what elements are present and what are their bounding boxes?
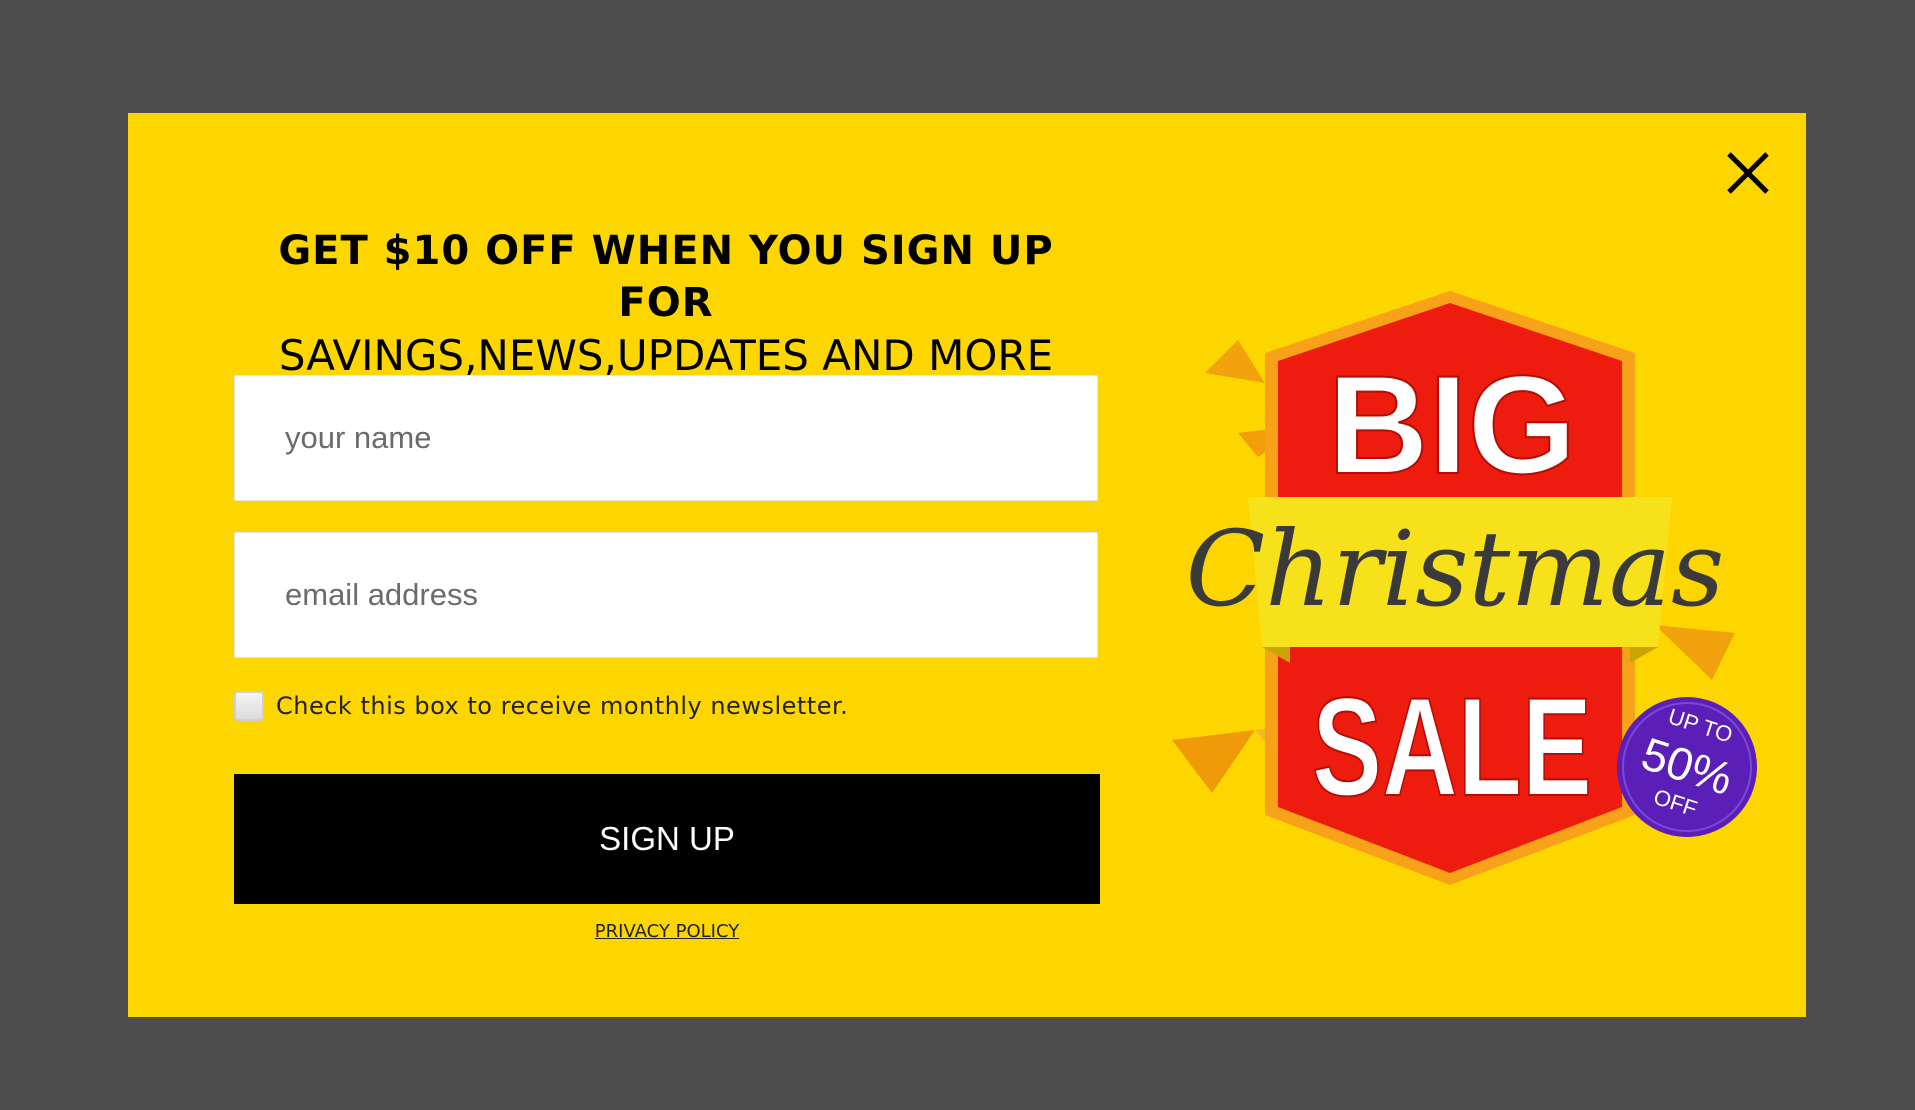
privacy-policy-link[interactable]: PRIVACY POLICY	[595, 921, 739, 942]
email-input[interactable]	[234, 532, 1098, 658]
newsletter-checkbox[interactable]	[234, 691, 264, 721]
privacy-policy-row: PRIVACY POLICY	[234, 921, 1100, 942]
sign-up-button[interactable]: SIGN UP	[234, 774, 1100, 904]
triangle-decoration	[1655, 625, 1735, 680]
newsletter-label: Check this box to receive monthly newsle…	[276, 692, 849, 720]
name-input[interactable]	[234, 375, 1098, 501]
headline-bold: GET $10 OFF WHEN YOU SIGN UP FOR	[278, 228, 1054, 326]
triangle-decoration	[1205, 340, 1265, 383]
newsletter-row: Check this box to receive monthly newsle…	[234, 689, 848, 723]
close-icon	[1727, 152, 1769, 194]
badge-christmas-text: Christmas	[1186, 508, 1725, 630]
ribbon-fold	[1630, 647, 1658, 663]
popup-headline: GET $10 OFF WHEN YOU SIGN UP FOR SAVINGS…	[234, 225, 1098, 383]
christmas-sale-badge: BIG Christmas SALE UP TO 50% OFF	[1160, 285, 1760, 895]
close-button[interactable]	[1723, 148, 1773, 198]
triangle-decoration	[1172, 730, 1255, 793]
badge-big-text: BIG	[1328, 346, 1577, 503]
badge-sale-text: SALE	[1312, 668, 1592, 825]
